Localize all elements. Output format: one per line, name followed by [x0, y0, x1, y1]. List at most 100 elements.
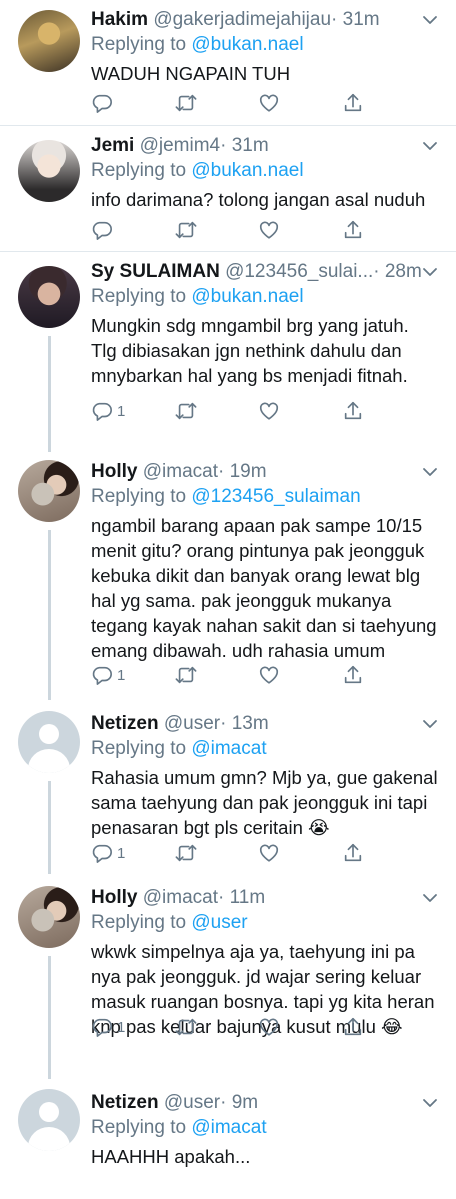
reply-button[interactable]: 1	[91, 1015, 125, 1039]
share-button[interactable]	[342, 218, 364, 242]
user-handle[interactable]: @user	[164, 1092, 220, 1113]
display-name[interactable]: Jemi	[91, 135, 134, 156]
avatar[interactable]	[18, 140, 80, 202]
reply-tweet[interactable]: Holly @imacat· 11m Replying to @user wkwk …	[0, 878, 456, 1079]
reply-tweet[interactable]: Netizen @user· 9m Replying to @imacat HAAH…	[0, 1083, 456, 1199]
retweet-button[interactable]	[174, 399, 198, 423]
tweet-text-line: emang dibawah. udh rahasia umum	[91, 640, 386, 661]
heart-icon	[258, 219, 280, 241]
user-handle[interactable]: @user	[164, 713, 220, 734]
tweet-header: Holly @imacat· 11m	[91, 886, 265, 910]
user-handle[interactable]: @imacat	[143, 461, 218, 482]
heart-icon	[258, 664, 280, 686]
avatar[interactable]	[18, 10, 80, 72]
like-button[interactable]	[258, 663, 280, 687]
tweet-text-line: nya pak jeongguk. jd wajar sering keluar	[91, 966, 422, 987]
user-handle[interactable]: @123456_sulai...	[225, 261, 373, 282]
retweet-button[interactable]	[174, 841, 198, 865]
reply-count: 1	[117, 666, 126, 684]
tweet-header: Netizen @user· 9m	[91, 1091, 258, 1115]
tweet-header: Netizen @user· 13m	[91, 712, 269, 736]
mention-link[interactable]: @bukan.nael	[191, 160, 303, 181]
retweet-button[interactable]	[174, 91, 198, 115]
like-button[interactable]	[258, 91, 280, 115]
retweet-icon	[174, 1016, 198, 1038]
replying-to-label: Replying to	[91, 738, 187, 759]
retweet-icon	[174, 400, 198, 422]
tweet-text-line: HAAHHH apakah...	[91, 1146, 251, 1167]
reply-button[interactable]	[91, 218, 117, 242]
replying-to-label: Replying to	[91, 1117, 187, 1138]
replying-to-label: Replying to	[91, 34, 187, 55]
tweet-text-line: Mungkin sdg mngambil brg yang jatuh.	[91, 315, 409, 336]
chevron-down-icon[interactable]	[422, 464, 438, 476]
display-name[interactable]: Netizen	[91, 713, 159, 734]
chevron-down-icon[interactable]	[422, 890, 438, 902]
like-button[interactable]	[258, 841, 280, 865]
tweet-header: Jemi @jemim4· 31m	[91, 134, 269, 158]
like-button[interactable]	[258, 218, 280, 242]
retweet-button[interactable]	[174, 218, 198, 242]
display-name[interactable]: Holly	[91, 461, 137, 482]
user-handle[interactable]: @imacat	[143, 887, 218, 908]
replying-to: Replying to @bukan.nael	[91, 33, 304, 57]
reply-button[interactable]: 1	[91, 399, 125, 423]
reply-button[interactable]: 1	[91, 663, 125, 687]
like-button[interactable]	[258, 1015, 280, 1039]
display-name[interactable]: Netizen	[91, 1092, 159, 1113]
tweet-text: WADUH NGAPAIN TUH	[91, 61, 441, 86]
chevron-down-icon[interactable]	[422, 138, 438, 150]
mention-link[interactable]: @bukan.nael	[191, 34, 303, 55]
chevron-down-icon[interactable]	[422, 264, 438, 276]
share-button[interactable]	[342, 1015, 364, 1039]
default-avatar-icon[interactable]	[18, 711, 80, 773]
replying-to: Replying to @imacat	[91, 737, 267, 761]
heart-icon	[258, 92, 280, 114]
share-button[interactable]	[342, 399, 364, 423]
tweet-text-line: info darimana? tolong jangan asal nuduh	[91, 189, 426, 210]
tweet-text-line: Tlg dibiasakan jgn nethink dahulu dan	[91, 340, 402, 361]
avatar[interactable]	[18, 266, 80, 328]
chevron-down-icon[interactable]	[422, 1095, 438, 1107]
chevron-down-icon[interactable]	[422, 716, 438, 728]
tweet-header: Sy SULAIMAN @123456_sulai...· 28m	[91, 260, 422, 284]
replying-to: Replying to @imacat	[91, 1116, 267, 1140]
share-button[interactable]	[342, 841, 364, 865]
retweet-button[interactable]	[174, 1015, 198, 1039]
like-button[interactable]	[258, 399, 280, 423]
reply-tweet[interactable]: Hakim @gakerjadimejahijau· 31m Replying t…	[0, 0, 456, 126]
reply-button[interactable]: 1	[91, 841, 125, 865]
tweet-text: ngambil barang apaan pak sampe 10/15 meni…	[91, 513, 441, 663]
tweet-text-line: mnybarkan hal yang bs menjadi fitnah.	[91, 365, 408, 386]
tweet-text-line: ngambil barang apaan pak sampe 10/15	[91, 515, 423, 536]
user-handle[interactable]: @gakerjadimejahijau	[153, 9, 331, 30]
mention-link[interactable]: @bukan.nael	[191, 286, 303, 307]
reply-tweet[interactable]: Netizen @user· 13m Replying to @imacat Rah…	[0, 704, 456, 874]
reply-tweet[interactable]: Sy SULAIMAN @123456_sulai...· 28m Replyin…	[0, 252, 456, 452]
default-avatar-icon[interactable]	[18, 1089, 80, 1151]
reply-button[interactable]	[91, 91, 117, 115]
mention-link[interactable]: @imacat	[191, 738, 266, 759]
tweet-text-line: hal yg sama. pak jeongguk mukanya	[91, 590, 392, 611]
replying-to: Replying to @bukan.nael	[91, 159, 304, 183]
chevron-down-icon[interactable]	[422, 12, 438, 24]
reply-tweet[interactable]: Jemi @jemim4· 31m Replying to @bukan.nael…	[0, 126, 456, 252]
tweet-text-line: sama taehyung dan pak jeongguk ini tapi	[91, 792, 428, 813]
retweet-button[interactable]	[174, 663, 198, 687]
share-button[interactable]	[342, 91, 364, 115]
avatar[interactable]	[18, 460, 80, 522]
share-button[interactable]	[342, 663, 364, 687]
mention-link[interactable]: @imacat	[191, 1117, 266, 1138]
tweet-text: info darimana? tolong jangan asal nuduh	[91, 187, 441, 212]
display-name[interactable]: Sy SULAIMAN	[91, 261, 220, 282]
retweet-icon	[174, 219, 198, 241]
display-name[interactable]: Hakim	[91, 9, 148, 30]
share-icon	[342, 219, 364, 241]
user-handle[interactable]: @jemim4	[140, 135, 221, 156]
avatar[interactable]	[18, 886, 80, 948]
mention-link[interactable]: @123456_sulaiman	[191, 486, 360, 507]
tweet-text-line: penasaran bgt pls ceritain 😭	[91, 817, 330, 838]
mention-link[interactable]: @user	[191, 912, 247, 933]
display-name[interactable]: Holly	[91, 887, 137, 908]
reply-tweet[interactable]: Holly @imacat· 19m Replying to @123456_su…	[0, 452, 456, 700]
